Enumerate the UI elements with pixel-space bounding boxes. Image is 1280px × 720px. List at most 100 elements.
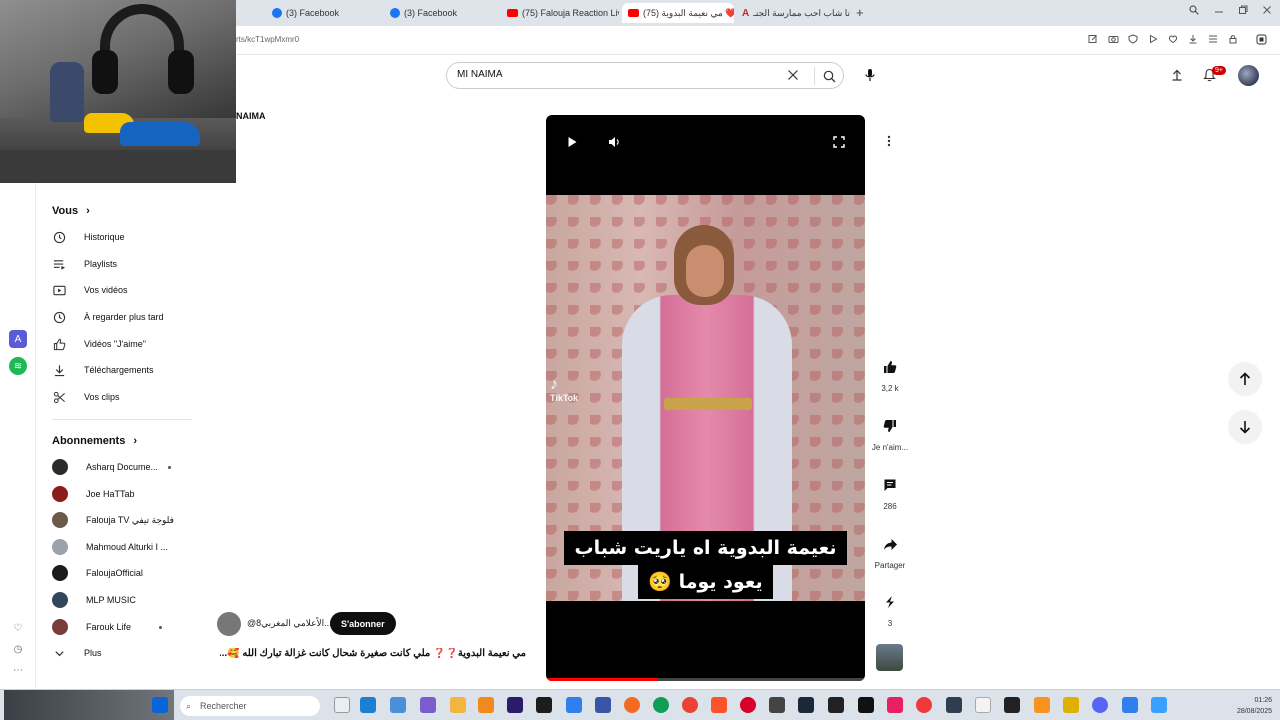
discord-icon[interactable] — [1092, 697, 1108, 713]
app-icon[interactable] — [595, 697, 611, 713]
download-icon[interactable] — [1188, 34, 1198, 47]
app-icon[interactable] — [1122, 697, 1138, 713]
tab-search-icon[interactable] — [1189, 5, 1199, 18]
edit-icon[interactable] — [1088, 34, 1098, 47]
more-options-button[interactable] — [878, 130, 900, 152]
minimize-icon[interactable] — [1214, 5, 1224, 18]
menu-lines-icon[interactable] — [1208, 34, 1218, 47]
volume-button[interactable] — [606, 133, 624, 151]
taskbar-search[interactable]: ⌕ Rechercher — [180, 696, 320, 716]
browser-tab[interactable]: (3) Facebook — [272, 3, 382, 23]
more-dots-icon[interactable]: ⋯ — [9, 661, 27, 679]
search-button[interactable] — [814, 67, 844, 85]
app-icon[interactable] — [828, 697, 844, 713]
shield-icon[interactable] — [1128, 34, 1138, 47]
sidebar-item-label: Mahmoud Alturki I ... — [86, 542, 169, 552]
edge-icon[interactable] — [653, 697, 669, 713]
sidebar-sub-channel[interactable]: Farouk Life — [52, 615, 192, 639]
app-icon[interactable] — [478, 697, 494, 713]
app-icon[interactable] — [887, 697, 903, 713]
app-icon[interactable] — [1063, 697, 1079, 713]
sidebar-item-clips[interactable]: Vos clips — [52, 385, 192, 409]
you-section-title[interactable]: Vous › — [52, 205, 90, 217]
fullscreen-button[interactable] — [830, 133, 848, 151]
sidebar-sub-channel[interactable]: FaloujaOfficial — [52, 561, 192, 585]
sidebar-show-more[interactable]: Plus — [52, 641, 192, 665]
heart-icon[interactable]: ♡ — [9, 619, 27, 637]
comments-button[interactable]: 286 — [868, 470, 912, 511]
app-icon[interactable] — [420, 697, 436, 713]
url-text[interactable]: rts/kcT1wpMxmr0 — [236, 35, 299, 44]
app-icon[interactable] — [1151, 697, 1167, 713]
play-ext-icon[interactable] — [1148, 34, 1158, 47]
app-icon[interactable] — [1004, 697, 1020, 713]
app-icon[interactable] — [390, 697, 406, 713]
windows-start-icon[interactable] — [152, 697, 168, 713]
app-icon[interactable] — [566, 697, 582, 713]
app-icon[interactable] — [1034, 697, 1050, 713]
sidebar-sub-channel[interactable]: Joe HaTTab — [52, 482, 192, 506]
sidebar-sub-channel[interactable]: MLP MUSIC — [52, 588, 192, 612]
close-window-icon[interactable] — [1262, 5, 1272, 18]
premiere-icon[interactable] — [507, 697, 523, 713]
restore-icon[interactable] — [1238, 5, 1248, 18]
clock-icon[interactable]: ◷ — [9, 640, 27, 658]
clear-search-icon[interactable] — [787, 68, 799, 84]
app-icon[interactable] — [536, 697, 552, 713]
vivaldi-icon[interactable] — [916, 697, 932, 713]
extension-icon[interactable] — [1256, 34, 1267, 48]
firefox-icon[interactable] — [624, 697, 640, 713]
subscribe-button[interactable]: S'abonner — [330, 612, 396, 635]
file-icon[interactable] — [975, 697, 991, 713]
remix-button[interactable]: 3 — [868, 587, 912, 628]
terminal-icon[interactable] — [946, 697, 962, 713]
app-icon[interactable] — [769, 697, 785, 713]
opera-icon[interactable] — [740, 697, 756, 713]
taskbar-weather-widget[interactable] — [4, 690, 174, 720]
like-button[interactable]: 3,2 k — [868, 352, 912, 393]
sidebar-item-playlists[interactable]: Playlists — [52, 252, 192, 276]
task-view-icon[interactable] — [334, 697, 350, 713]
store-icon[interactable] — [360, 697, 376, 713]
sidebar-item-history[interactable]: Historique — [52, 225, 192, 249]
taskbar-clock[interactable]: 01:26 28/08/2025 — [1224, 695, 1272, 717]
sidebar-sub-channel[interactable]: Mahmoud Alturki I ... — [52, 535, 192, 559]
voice-search-button[interactable] — [857, 62, 883, 88]
play-button[interactable] — [563, 133, 581, 151]
dislike-button[interactable]: Je n'aim... — [868, 411, 912, 452]
sidebar-item-watch-later[interactable]: À regarder plus tard — [52, 305, 192, 329]
upload-button[interactable] — [1168, 66, 1186, 84]
brave-icon[interactable] — [711, 697, 727, 713]
progress-bar[interactable] — [546, 678, 865, 681]
sidebar-sub-channel[interactable]: Falouja TV فلوجة تيفي — [52, 508, 192, 532]
browser-tab[interactable]: A انا شاب احب ممارسة الجنـ — [742, 3, 850, 23]
browser-tab[interactable]: (75) Falouja Reaction Live — [507, 3, 619, 23]
lock-icon[interactable] — [1228, 34, 1238, 47]
previous-short-button[interactable] — [1228, 362, 1262, 396]
tiktok-icon[interactable] — [858, 697, 874, 713]
heart-icon[interactable] — [1168, 34, 1178, 47]
next-short-button[interactable] — [1228, 410, 1262, 444]
sound-thumbnail[interactable] — [876, 644, 903, 671]
sidebar-item-label: Playlists — [84, 259, 118, 269]
account-avatar[interactable] — [1238, 65, 1259, 86]
chrome-icon[interactable] — [682, 697, 698, 713]
folder-icon[interactable] — [450, 697, 466, 713]
share-button[interactable]: Partager — [868, 529, 912, 570]
steam-icon[interactable] — [798, 697, 814, 713]
browser-tab-active[interactable]: (75) مي نعيمة البدوية ❤️❤️ — [622, 3, 734, 23]
camera-icon[interactable] — [1108, 34, 1119, 47]
channel-avatar[interactable] — [217, 612, 241, 636]
sidebar-sub-channel[interactable]: Asharq Docume... — [52, 455, 192, 479]
browser-tab[interactable]: (3) Facebook — [390, 3, 500, 23]
search-input[interactable] — [457, 69, 777, 80]
shorts-player[interactable]: ♪ TikTok نعيمة البدوية اه ياريت شباب يعو… — [546, 115, 865, 681]
subscriptions-section-title[interactable]: Abonnements › — [52, 435, 137, 447]
sidebar-item-your-videos[interactable]: Vos vidéos — [52, 278, 192, 302]
channel-name[interactable]: @الاًعلامي المغربي8... — [247, 618, 332, 629]
sidebar-item-liked[interactable]: Vidéos "J'aime" — [52, 332, 192, 356]
ai-icon[interactable]: A — [9, 330, 27, 348]
spotify-icon[interactable]: ≋ — [9, 357, 27, 375]
sidebar-item-downloads[interactable]: Téléchargements — [52, 358, 192, 382]
new-tab-button[interactable]: + — [856, 5, 864, 20]
